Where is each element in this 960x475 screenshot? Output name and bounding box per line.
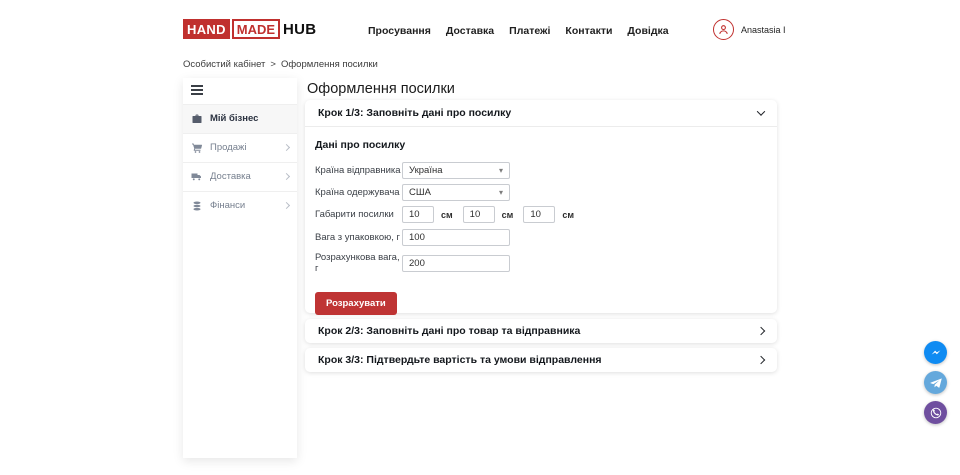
- step2-card: Крок 2/3: Заповніть дані про товар та ві…: [305, 319, 777, 343]
- chevron-right-icon: [757, 327, 765, 335]
- step2-accordion-header[interactable]: Крок 2/3: Заповніть дані про товар та ві…: [305, 319, 777, 343]
- viber-phone-icon: [929, 406, 943, 420]
- step3-header-label: Крок 3/3: Підтвердьте вартість та умови …: [318, 354, 602, 366]
- step1-card: Крок 1/3: Заповніть дані про посилку Дан…: [305, 100, 777, 313]
- page: HAND MADE HUB Просування Доставка Платеж…: [0, 0, 960, 475]
- step2-header-label: Крок 2/3: Заповніть дані про товар та ві…: [318, 325, 580, 337]
- messenger-icon: [929, 346, 943, 360]
- calc-weight-row: Розрахункова вага, г: [315, 252, 767, 274]
- user-name: Anastasia I: [741, 25, 786, 35]
- calculate-button[interactable]: Розрахувати: [315, 292, 397, 315]
- calc-weight-input[interactable]: [402, 255, 510, 272]
- sidebar-item-sales[interactable]: Продажі: [183, 133, 297, 162]
- messenger-button[interactable]: [924, 341, 947, 364]
- weight-input[interactable]: [402, 229, 510, 246]
- sidebar-menu: Мій бізнес Продажі Доставка Фінанси: [183, 104, 297, 220]
- chevron-right-icon: [757, 356, 765, 364]
- breadcrumb: Особистий кабінет > Оформлення посилки: [183, 59, 378, 70]
- sidebar-item-label: Мій бізнес: [210, 113, 258, 124]
- unit-cm-label: см: [562, 210, 574, 220]
- chevron-right-icon: [283, 173, 290, 180]
- nav-contacts[interactable]: Контакти: [565, 25, 612, 37]
- step1-body: Дані про посилку Країна відправника Укра…: [305, 127, 777, 315]
- step1-header-label: Крок 1/3: Заповніть дані про посилку: [318, 107, 511, 119]
- step3-card: Крок 3/3: Підтвердьте вартість та умови …: [305, 348, 777, 372]
- dimension-width-input[interactable]: [463, 206, 495, 223]
- sender-country-select[interactable]: Україна ▾: [402, 162, 510, 179]
- telegram-button[interactable]: [924, 371, 947, 394]
- parcel-data-title: Дані про посилку: [315, 139, 767, 151]
- weight-label: Вага з упаковкою, г: [315, 232, 402, 243]
- recipient-country-select[interactable]: США ▾: [402, 184, 510, 201]
- weight-row: Вага з упаковкою, г: [315, 229, 767, 246]
- coins-icon: [191, 200, 203, 212]
- nav-promotion[interactable]: Просування: [368, 25, 431, 37]
- chevron-right-icon: [283, 144, 290, 151]
- breadcrumb-separator: >: [270, 59, 276, 70]
- telegram-icon: [929, 376, 943, 390]
- sender-country-label: Країна відправника: [315, 165, 402, 176]
- dimension-length-input[interactable]: [402, 206, 434, 223]
- recipient-country-label: Країна одержувача: [315, 187, 402, 198]
- logo-hand: HAND: [183, 19, 230, 39]
- breadcrumb-cabinet[interactable]: Особистий кабінет: [183, 59, 265, 70]
- nav-delivery[interactable]: Доставка: [446, 25, 494, 37]
- viber-button[interactable]: [924, 401, 947, 424]
- select-arrow-icon: ▾: [499, 189, 503, 197]
- main-nav: Просування Доставка Платежі Контакти Дов…: [368, 25, 669, 37]
- logo-hub: HUB: [283, 19, 316, 39]
- unit-cm-label: см: [502, 210, 514, 220]
- user-menu[interactable]: Anastasia I: [713, 19, 786, 40]
- truck-icon: [191, 171, 203, 183]
- step3-accordion-header[interactable]: Крок 3/3: Підтвердьте вартість та умови …: [305, 348, 777, 372]
- sender-country-row: Країна відправника Україна ▾: [315, 162, 767, 179]
- menu-icon[interactable]: [191, 85, 203, 95]
- cart-icon: [191, 142, 203, 154]
- unit-cm-label: см: [441, 210, 453, 220]
- recipient-country-row: Країна одержувача США ▾: [315, 184, 767, 201]
- dimensions-row: Габарити посилки см см см: [315, 206, 767, 223]
- dimensions-label: Габарити посилки: [315, 209, 402, 220]
- logo-made: MADE: [232, 19, 280, 39]
- dimension-height-input[interactable]: [523, 206, 555, 223]
- chevron-down-icon: [757, 107, 765, 115]
- sidebar: Мій бізнес Продажі Доставка Фінанси: [183, 78, 297, 458]
- sidebar-item-delivery[interactable]: Доставка: [183, 162, 297, 191]
- sidebar-item-finance[interactable]: Фінанси: [183, 191, 297, 220]
- sender-country-value: Україна: [409, 165, 443, 176]
- breadcrumb-current: Оформлення посилки: [281, 59, 378, 70]
- sidebar-item-label: Фінанси: [210, 200, 245, 211]
- sidebar-item-label: Продажі: [210, 142, 246, 153]
- handmadehub-logo[interactable]: HAND MADE HUB: [183, 19, 316, 39]
- page-title: Оформлення посилки: [307, 81, 455, 97]
- sidebar-item-label: Доставка: [210, 171, 251, 182]
- sidebar-item-my-business[interactable]: Мій бізнес: [183, 104, 297, 133]
- nav-payments[interactable]: Платежі: [509, 25, 550, 37]
- user-avatar-icon: [713, 19, 734, 40]
- select-arrow-icon: ▾: [499, 167, 503, 175]
- nav-help[interactable]: Довідка: [627, 25, 668, 37]
- chevron-right-icon: [283, 202, 290, 209]
- calc-weight-label: Розрахункова вага, г: [315, 252, 402, 274]
- briefcase-icon: [191, 113, 203, 125]
- recipient-country-value: США: [409, 187, 431, 198]
- step1-accordion-header[interactable]: Крок 1/3: Заповніть дані про посилку: [305, 100, 777, 127]
